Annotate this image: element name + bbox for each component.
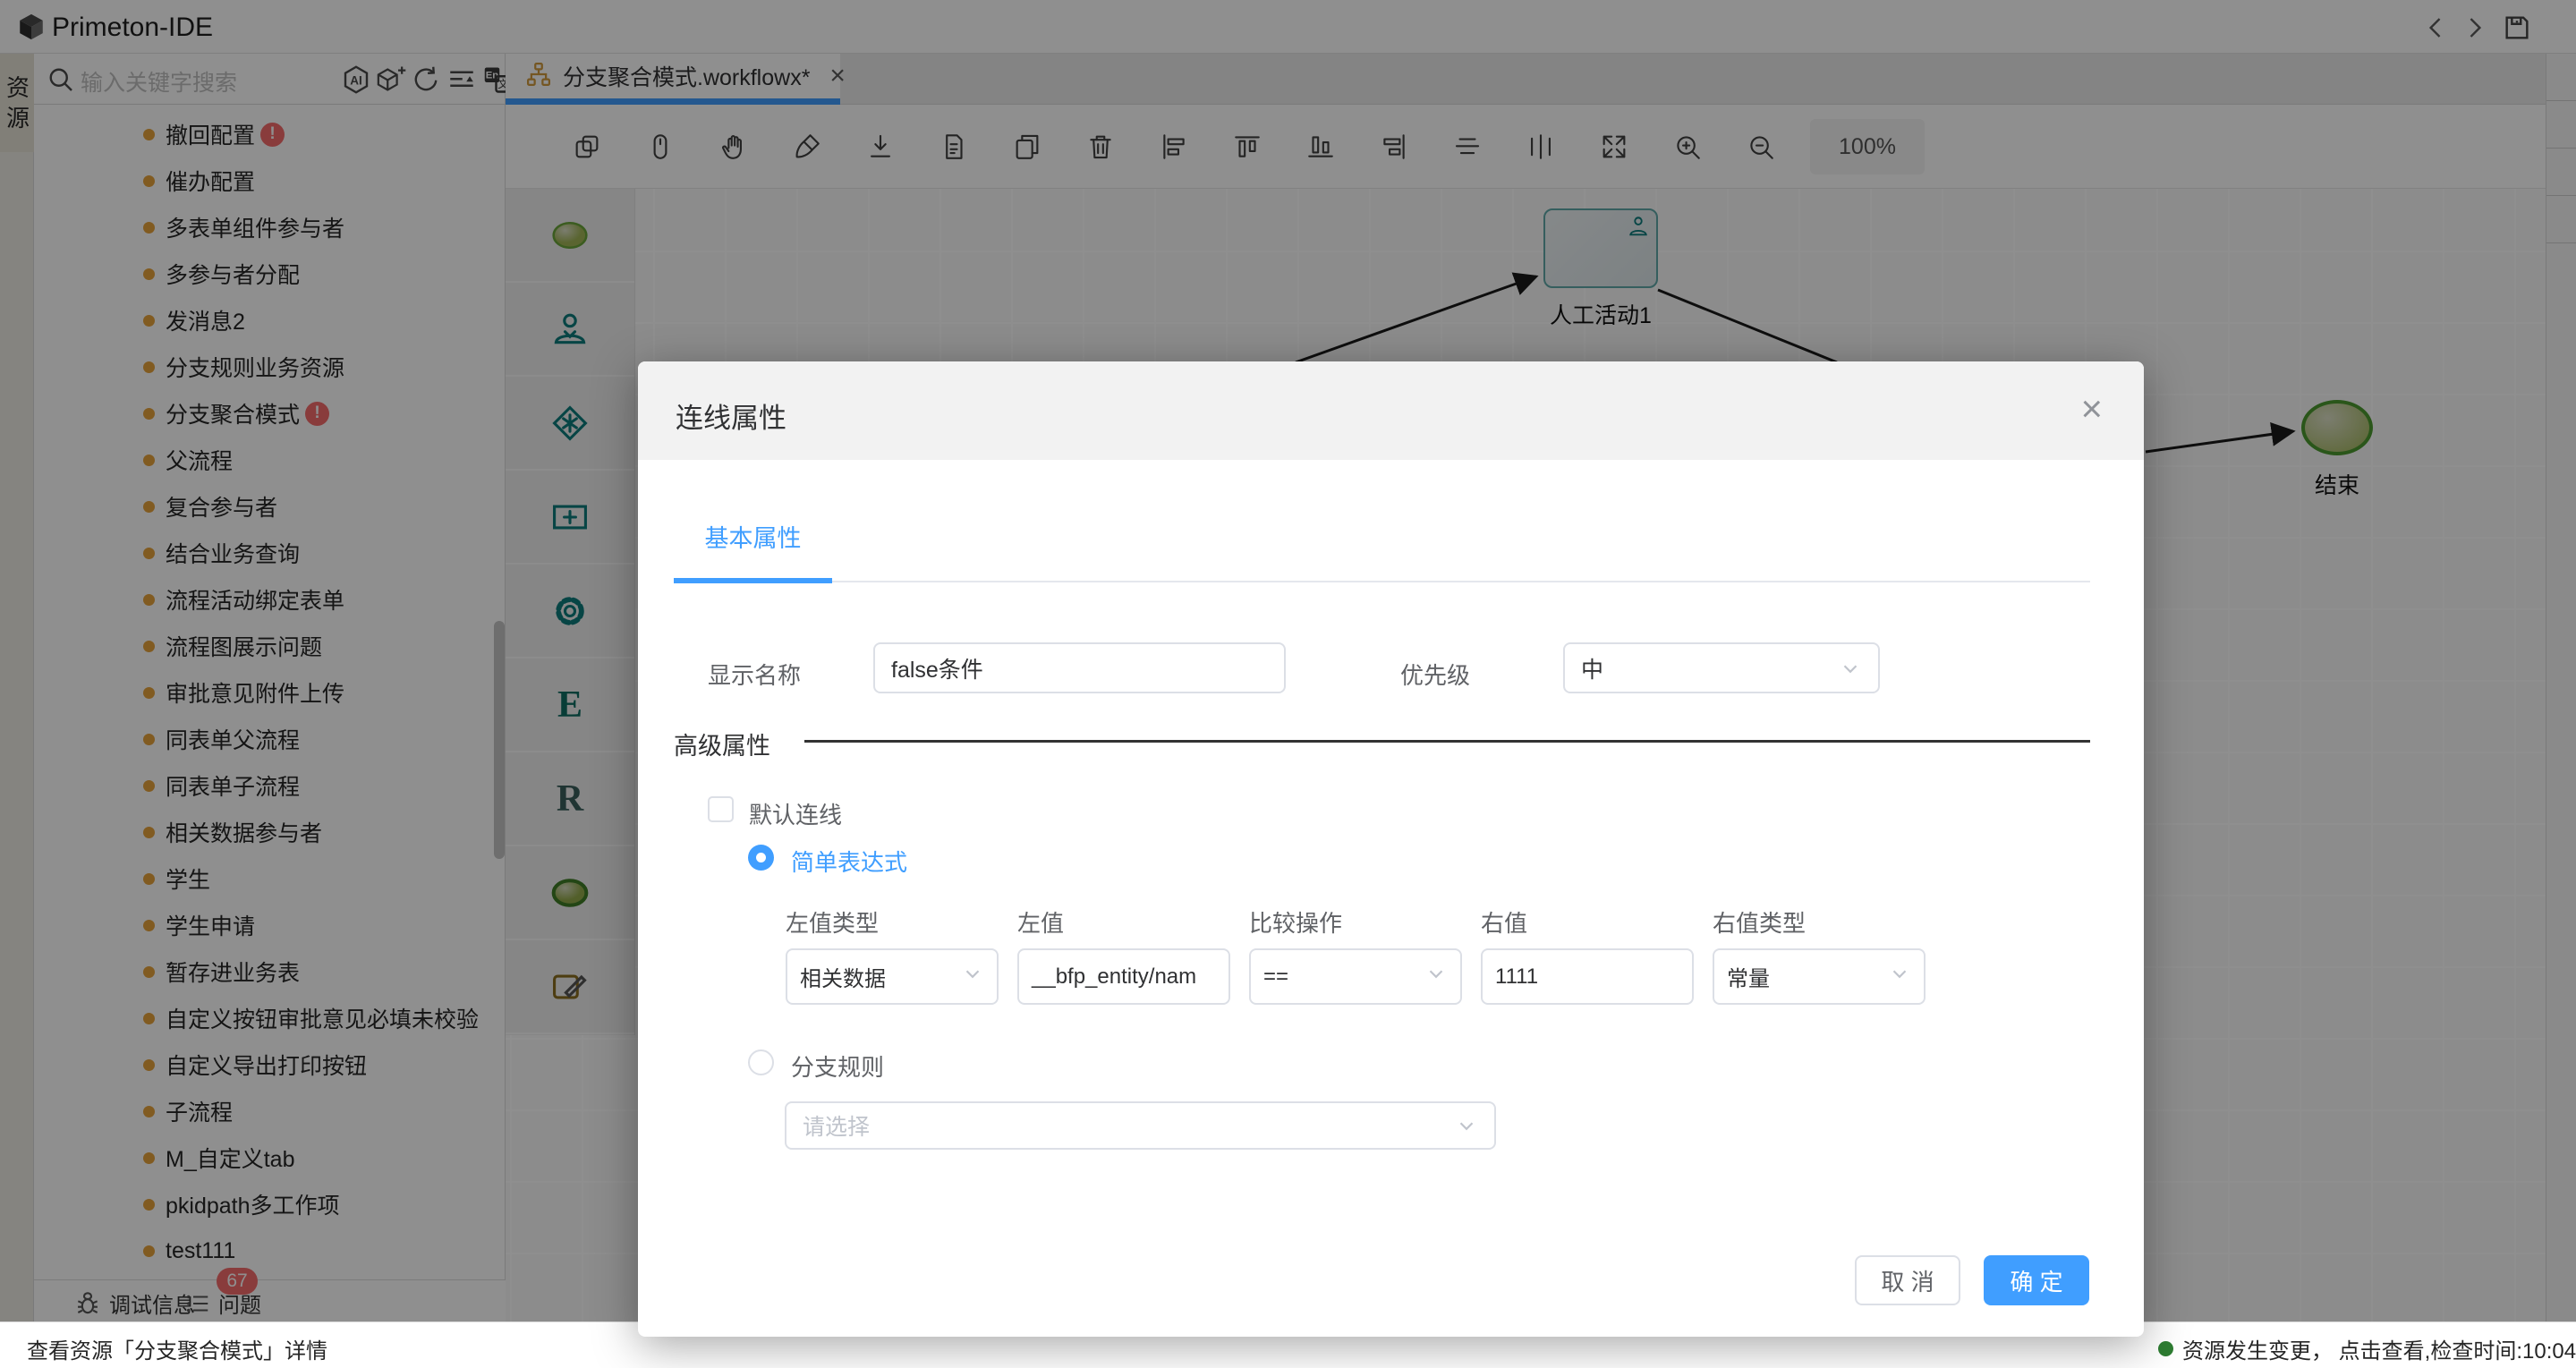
branch-rule-label: 分支规则	[791, 1049, 884, 1083]
branch-rule-radio[interactable]	[748, 1049, 774, 1075]
expression-field-input[interactable]: 常量	[1713, 948, 1926, 1005]
expression-field-label: 右值类型	[1713, 895, 1926, 948]
expression-field-label: 右值	[1481, 895, 1694, 948]
expression-fields-row: 左值类型 相关数据 左值 __bfp_entity/nam 比较操作 ==	[786, 895, 1926, 1005]
expression-field-value: __bfp_entity/nam	[1032, 964, 1196, 990]
chevron-down-icon	[1424, 962, 1448, 991]
resource-changed-dot-icon	[2158, 1341, 2173, 1356]
advanced-section-label: 高级属性	[674, 726, 770, 761]
branch-rule-select[interactable]: 请选择	[785, 1101, 1496, 1150]
dialog-close-icon[interactable]: ×	[2080, 390, 2103, 428]
advanced-section-divider	[804, 740, 2090, 743]
priority-select[interactable]: 中	[1563, 642, 1880, 693]
dialog-title: 连线属性	[676, 395, 786, 436]
default-line-label: 默认连线	[749, 797, 842, 830]
expression-field: 左值 __bfp_entity/nam	[1017, 895, 1230, 1005]
chevron-down-icon	[961, 962, 984, 991]
expression-field-value: 1111	[1495, 964, 1538, 990]
priority-value: 中	[1581, 652, 1603, 684]
expression-field-label: 比较操作	[1249, 895, 1462, 948]
display-name-value: false条件	[891, 652, 983, 684]
chevron-down-icon	[1839, 657, 1862, 680]
expression-field: 右值 1111	[1481, 895, 1694, 1005]
expression-field: 右值类型 常量	[1713, 895, 1926, 1005]
expression-field: 比较操作 ==	[1249, 895, 1462, 1005]
expression-field-value: 常量	[1727, 961, 1770, 992]
expression-field-input[interactable]: __bfp_entity/nam	[1017, 948, 1230, 1005]
expression-field-value: 相关数据	[800, 961, 886, 992]
status-left-text: 查看资源「分支聚合模式」详情	[27, 1333, 327, 1364]
expression-field: 左值类型 相关数据	[786, 895, 999, 1005]
status-right-text: 资源发生变更， 点击查看,检查时间:10:04	[2182, 1333, 2576, 1364]
display-name-label: 显示名称	[708, 658, 801, 691]
expression-field-label: 左值	[1017, 895, 1230, 948]
expression-field-input[interactable]: 1111	[1481, 948, 1694, 1005]
default-line-checkbox[interactable]	[708, 796, 734, 822]
simple-expression-radio[interactable]	[748, 845, 774, 871]
chevron-down-icon	[1455, 1114, 1478, 1137]
branch-rule-placeholder: 请选择	[803, 1109, 870, 1142]
expression-field-input[interactable]: 相关数据	[786, 948, 999, 1005]
display-name-input[interactable]: false条件	[873, 642, 1286, 693]
priority-label: 优先级	[1400, 658, 1470, 691]
status-right[interactable]: 资源发生变更， 点击查看,检查时间:10:04	[2158, 1333, 2576, 1364]
tab-basic-properties[interactable]: 基本属性	[674, 519, 832, 554]
ok-button[interactable]: 确 定	[1984, 1255, 2089, 1305]
dialog-header: 连线属性 ×	[638, 361, 2144, 460]
expression-field-value: ==	[1263, 964, 1288, 990]
expression-field-label: 左值类型	[786, 895, 999, 948]
tab-active-underline	[674, 578, 832, 583]
expression-field-input[interactable]: ==	[1249, 948, 1462, 1005]
simple-expression-label: 简单表达式	[791, 845, 907, 878]
cancel-button[interactable]: 取 消	[1855, 1255, 1960, 1305]
chevron-down-icon	[1888, 962, 1911, 991]
edge-properties-dialog: 连线属性 × 基本属性 显示名称 false条件 优先级 中 高级属性 默认连线…	[638, 361, 2144, 1337]
tab-divider	[674, 581, 2090, 582]
